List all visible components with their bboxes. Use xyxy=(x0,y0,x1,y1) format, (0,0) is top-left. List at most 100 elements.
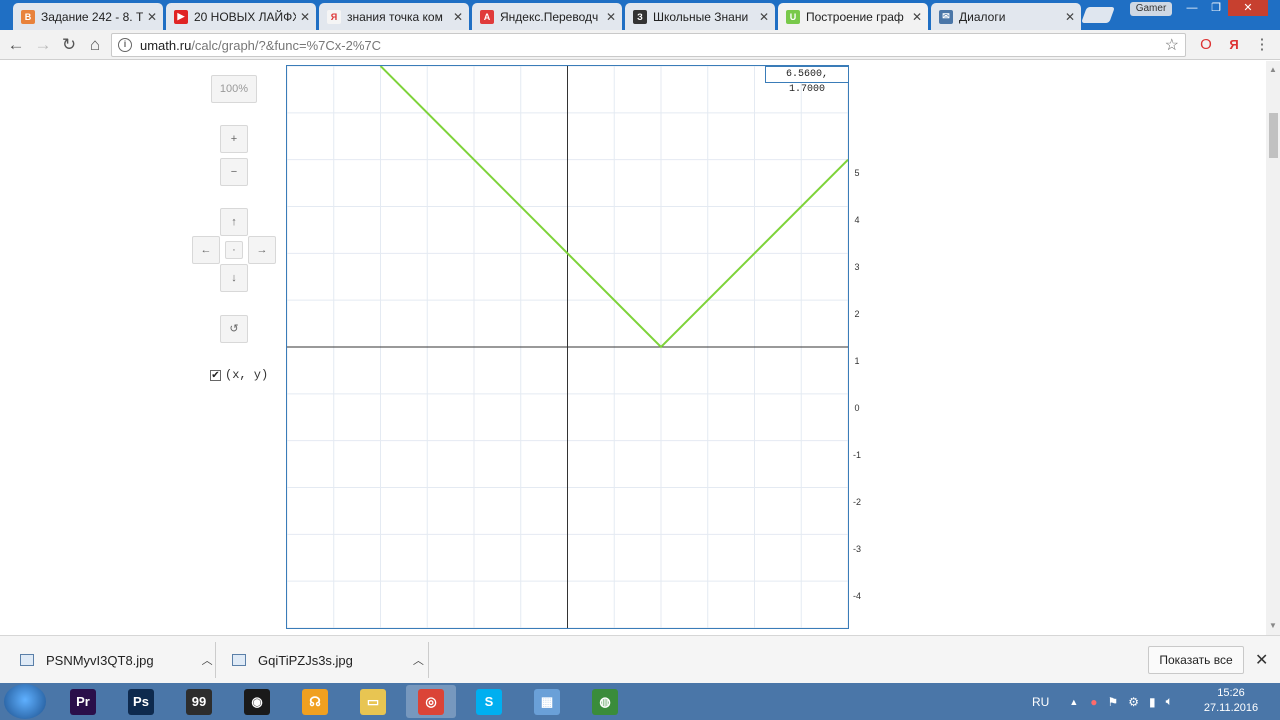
network-globe-icon: ◍ xyxy=(592,688,618,715)
tray-app2-icon[interactable]: ⚙ xyxy=(1128,695,1139,709)
pan-down-button[interactable]: ↓ xyxy=(220,264,248,292)
chevron-up-icon[interactable]: ︿ xyxy=(202,652,213,668)
chevron-up-icon[interactable]: ︿ xyxy=(413,652,424,668)
menu-icon[interactable]: ⋮ xyxy=(1252,35,1272,55)
axis-tick-labels: 543210-1-2-3-4-5-5-4-3-2-1012345 xyxy=(853,168,861,601)
folder-icon: ▭ xyxy=(360,688,386,715)
download-filename: GqiTiPZJs3s.jpg xyxy=(258,652,353,668)
address-bar[interactable]: i umath.ru/calc/graph/?&func=%7Cx-2%7C ☆ xyxy=(111,33,1186,57)
y-tick-label: 0 xyxy=(854,403,859,413)
download-item[interactable]: PSNMyvI3QT8.jpg ︿ xyxy=(20,636,213,684)
photoshop-icon: Ps xyxy=(128,688,154,715)
volume-icon[interactable]: 🔈︎ xyxy=(1166,694,1173,709)
browser-tab[interactable]: U Построение граф ✕ xyxy=(778,3,928,30)
network-signal-icon[interactable]: ▮ xyxy=(1149,695,1156,709)
y-tick-label: 2 xyxy=(854,309,859,319)
close-window-icon[interactable]: ✕ xyxy=(1228,0,1268,16)
back-icon[interactable]: ← xyxy=(6,35,26,55)
znanija-icon: З xyxy=(633,9,647,24)
pan-right-button[interactable]: → xyxy=(248,236,276,264)
tab-title: знания точка ком xyxy=(347,9,443,24)
pan-left-button[interactable]: ← xyxy=(192,236,220,264)
terminal-icon: 99 xyxy=(186,688,212,715)
tab-close-icon[interactable]: ✕ xyxy=(453,10,463,24)
opera-extension-icon[interactable]: O xyxy=(1196,35,1216,55)
forward-icon[interactable]: → xyxy=(33,35,53,55)
taskbar-app[interactable]: ◉ xyxy=(232,685,282,718)
image-file-icon xyxy=(232,654,246,666)
show-all-downloads-button[interactable]: Показать все xyxy=(1148,646,1244,674)
yandex-extension-icon[interactable]: Я xyxy=(1224,35,1244,55)
new-tab-button[interactable] xyxy=(1081,7,1115,23)
zoom-100-button[interactable]: 100% xyxy=(211,75,257,103)
system-clock[interactable]: 15:26 27.11.2016 xyxy=(1196,686,1266,716)
skype-icon: S xyxy=(476,688,502,715)
taskbar-app[interactable]: 99 xyxy=(174,685,224,718)
browser-tab[interactable]: В Задание 242 - 8. Тр ✕ xyxy=(13,3,163,30)
bookmark-star-icon[interactable]: ☆ xyxy=(1165,35,1179,55)
tab-close-icon[interactable]: ✕ xyxy=(606,10,616,24)
home-icon[interactable]: ⌂ xyxy=(85,35,105,55)
language-indicator[interactable]: RU xyxy=(1032,695,1049,709)
page-content: 100% + − ↑ ← · → ↓ ↺ ✔ (x, y) 6.5600, 1.… xyxy=(0,61,1266,635)
taskbar-app[interactable]: ◍ xyxy=(580,685,630,718)
start-button[interactable] xyxy=(4,684,46,719)
taskbar-app[interactable]: S xyxy=(464,685,514,718)
tab-title: Диалоги xyxy=(959,9,1006,24)
close-download-bar-icon[interactable]: ✕ xyxy=(1255,650,1268,670)
y-tick-label: 1 xyxy=(854,356,859,366)
browser-tab[interactable]: ✉ Диалоги ✕ xyxy=(931,3,1081,30)
y-tick-label: 4 xyxy=(854,215,859,225)
yandex-translate-icon: A xyxy=(480,9,494,24)
y-tick-label: -3 xyxy=(853,544,861,554)
page-scrollbar[interactable]: ▲ ▼ xyxy=(1266,61,1280,635)
premiere-icon: Pr xyxy=(70,688,96,715)
browser-tab[interactable]: З Школьные Знани ✕ xyxy=(625,3,775,30)
restore-icon[interactable]: ❐ xyxy=(1204,0,1228,16)
tab-title: Яндекс.Переводч xyxy=(500,9,599,24)
url-path: /calc/graph/?&func=%7Cx-2%7C xyxy=(191,38,381,53)
browser-tab[interactable]: ▶ 20 НОВЫХ ЛАЙФХ ✕ xyxy=(166,3,316,30)
xy-checkbox-label: (x, y) xyxy=(225,368,269,382)
tab-close-icon[interactable]: ✕ xyxy=(147,10,157,24)
scroll-up-icon[interactable]: ▲ xyxy=(1269,65,1277,74)
taskbar-app[interactable]: Ps xyxy=(116,685,166,718)
browser-tab[interactable]: Язнания точка ком ✕ xyxy=(319,3,469,30)
browser-tab[interactable]: A Яндекс.Переводч ✕ xyxy=(472,3,622,30)
pan-center-button[interactable]: · xyxy=(225,241,243,259)
scroll-down-icon[interactable]: ▼ xyxy=(1269,621,1277,630)
taskbar-app[interactable]: ☊ xyxy=(290,685,340,718)
tray-expand-icon[interactable]: ▲ xyxy=(1069,697,1078,707)
taskbar-app[interactable]: ▭ xyxy=(348,685,398,718)
scrollbar-thumb[interactable] xyxy=(1269,113,1278,158)
zoom-in-button[interactable]: + xyxy=(220,125,248,153)
download-divider xyxy=(428,642,429,678)
tab-close-icon[interactable]: ✕ xyxy=(759,10,769,24)
taskbar-app[interactable]: ▦ xyxy=(522,685,572,718)
tab-close-icon[interactable]: ✕ xyxy=(300,10,310,24)
reset-view-button[interactable]: ↺ xyxy=(220,315,248,343)
taskbar-app[interactable]: Pr xyxy=(58,685,108,718)
y-tick-label: -1 xyxy=(853,450,861,460)
profile-button[interactable]: Gamer xyxy=(1130,2,1172,16)
zoom-out-button[interactable]: − xyxy=(220,158,248,186)
url-domain: umath.ru xyxy=(140,38,192,53)
system-tray: RU ▲ ● ⚑ ⚙ ▮ 🔈︎ xyxy=(1032,683,1173,720)
info-icon[interactable]: i xyxy=(118,38,132,52)
tray-app-icon[interactable]: ● xyxy=(1090,695,1097,709)
minimize-icon[interactable]: — xyxy=(1180,0,1204,16)
download-item[interactable]: GqiTiPZJs3s.jpg ︿ xyxy=(232,636,424,684)
chrome-icon: ◎ xyxy=(418,688,444,715)
xy-checkbox[interactable]: ✔ xyxy=(210,369,221,381)
tab-title: Задание 242 - 8. Тр xyxy=(41,9,143,24)
tab-title: 20 НОВЫХ ЛАЙФХ xyxy=(194,9,296,24)
tray-flag-icon[interactable]: ⚑ xyxy=(1108,695,1119,709)
tab-close-icon[interactable]: ✕ xyxy=(1065,10,1075,24)
youtube-icon: ▶ xyxy=(174,9,188,24)
reload-icon[interactable]: ↻ xyxy=(59,35,79,55)
tab-close-icon[interactable]: ✕ xyxy=(912,10,922,24)
clock-time: 15:26 xyxy=(1217,687,1245,699)
pan-up-button[interactable]: ↑ xyxy=(220,208,248,236)
taskbar-app[interactable]: ◎ xyxy=(406,685,456,718)
xy-toggle[interactable]: ✔ (x, y) xyxy=(210,368,268,382)
